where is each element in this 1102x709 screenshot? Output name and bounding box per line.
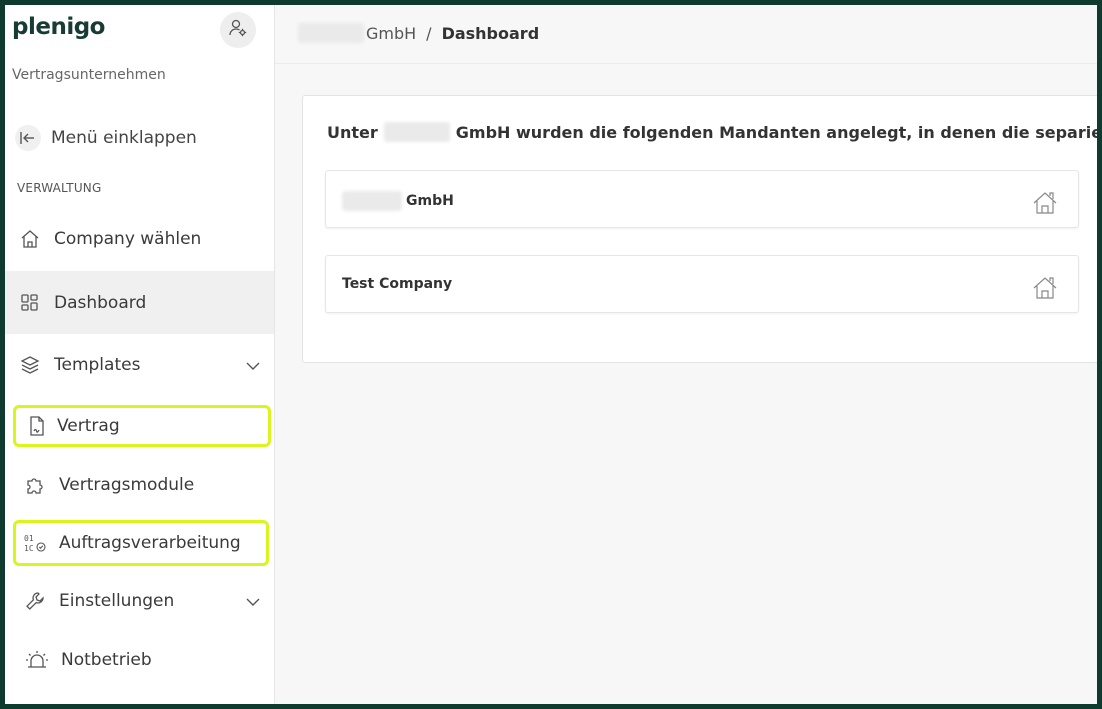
sidebar-item-label: Auftragsverarbeitung: [59, 533, 241, 553]
sidebar: plenigo Vertragsunternehmen Menü einklap…: [5, 5, 275, 704]
alarm-icon: [25, 648, 49, 672]
tenant-name-wrap: Test Company: [342, 276, 452, 292]
logo: plenigo: [12, 14, 105, 40]
chevron-down-icon[interactable]: [246, 591, 260, 611]
svg-text:01: 01: [24, 534, 34, 543]
sidebar-item-label: Vertragsmodule: [59, 475, 195, 495]
redacted-company-name: [298, 23, 364, 43]
home-icon[interactable]: [1032, 191, 1058, 219]
puzzle-icon: [23, 473, 47, 497]
chevron-down-icon[interactable]: [246, 355, 260, 375]
breadcrumb: GmbH / Dashboard: [298, 23, 539, 43]
collapse-arrow-icon: [15, 125, 41, 151]
home-icon[interactable]: [1032, 276, 1058, 304]
svg-text:1C: 1C: [24, 544, 34, 553]
breadcrumb-separator: /: [426, 23, 432, 43]
breadcrumb-current: Dashboard: [441, 23, 540, 43]
redacted-company-name: [342, 191, 402, 211]
layers-icon: [18, 353, 42, 377]
tenant-name-wrap: GmbH: [342, 191, 454, 211]
sidebar-item-notbetrieb[interactable]: Notbetrieb: [5, 642, 274, 678]
sidebar-item-label: Templates: [54, 355, 141, 375]
sidebar-item-dashboard[interactable]: Dashboard: [5, 271, 274, 334]
sidebar-item-label: Notbetrieb: [61, 650, 152, 670]
wrench-icon: [23, 589, 47, 613]
header-divider: [275, 63, 1097, 64]
user-settings-icon: [228, 18, 248, 42]
breadcrumb-company[interactable]: GmbH: [366, 24, 416, 43]
tenant-row[interactable]: GmbH: [325, 170, 1079, 228]
section-title-verwaltung: VERWALTUNG: [17, 181, 102, 195]
collapse-menu-button[interactable]: Menü einklappen: [15, 123, 197, 153]
sidebar-item-label: Company wählen: [54, 229, 202, 249]
tenant-card: Unter GmbH wurden die folgenden Mandante…: [302, 95, 1097, 363]
user-settings-button[interactable]: [220, 12, 256, 48]
intro-rest: GmbH wurden die folgenden Mandanten ange…: [455, 122, 1097, 142]
home-icon: [18, 227, 42, 251]
sidebar-item-label: Dashboard: [54, 292, 147, 313]
redacted-company-name: [383, 122, 450, 142]
document-icon: [25, 414, 49, 438]
company-subtitle: Vertragsunternehmen: [12, 67, 166, 83]
intro-prefix: Unter: [327, 122, 378, 142]
tenant-name: GmbH: [406, 193, 454, 209]
binary-check-icon: 01 1C: [23, 531, 47, 555]
sidebar-item-label: Einstellungen: [59, 591, 175, 611]
sidebar-item-vertrag[interactable]: Vertrag: [5, 409, 274, 443]
collapse-menu-label: Menü einklappen: [51, 128, 197, 148]
tenant-row[interactable]: Test Company: [325, 255, 1079, 313]
grid-icon: [18, 291, 42, 315]
sidebar-item-auftragsverarbeitung[interactable]: 01 1C Auftragsverarbeitung: [5, 525, 274, 561]
sidebar-item-vertragsmodule[interactable]: Vertragsmodule: [5, 467, 274, 503]
sidebar-item-company[interactable]: Company wählen: [5, 221, 274, 257]
tenant-name: Test Company: [342, 276, 453, 292]
sidebar-item-label: Vertrag: [57, 416, 120, 436]
sidebar-item-templates[interactable]: Templates: [5, 347, 274, 383]
app-window: plenigo Vertragsunternehmen Menü einklap…: [5, 5, 1097, 704]
sidebar-item-einstellungen[interactable]: Einstellungen: [5, 583, 274, 619]
intro-text: Unter GmbH wurden die folgenden Mandante…: [327, 122, 1097, 142]
